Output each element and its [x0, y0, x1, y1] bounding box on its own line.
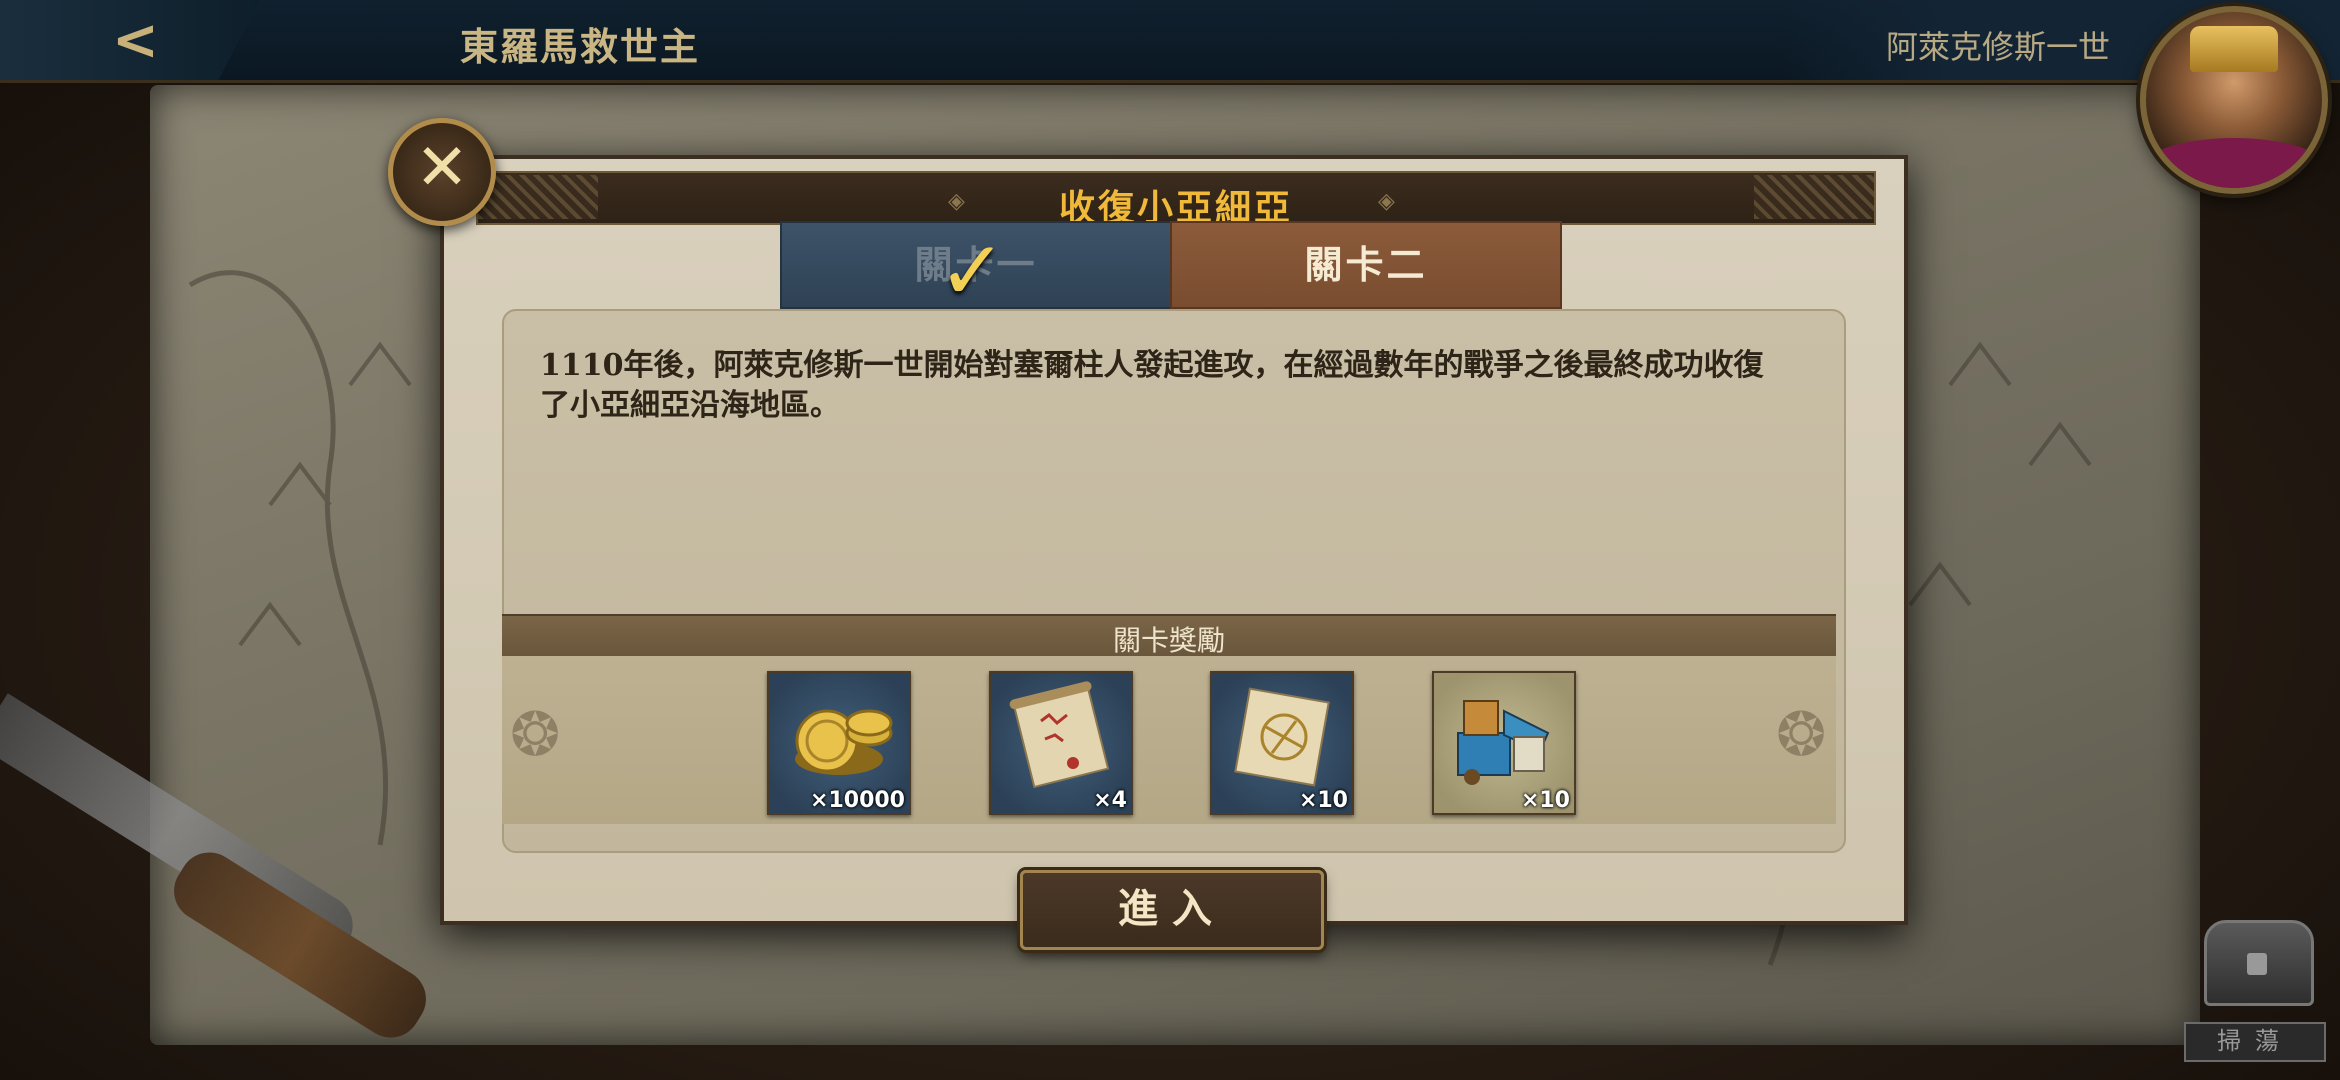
- close-icon: ✕: [415, 131, 469, 205]
- rewards-header: 關卡獎勵: [502, 614, 1836, 658]
- chapter-title: 東羅馬救世主: [460, 24, 701, 69]
- sweep-label: 掃蕩: [2184, 1022, 2326, 1062]
- hero-name: 阿萊克修斯一世: [1885, 28, 2110, 66]
- rewards-label: 關卡獎勵: [1112, 624, 1225, 657]
- reward-quantity: ×4: [1093, 788, 1127, 813]
- back-arrow-icon: <: [112, 8, 159, 73]
- map-scroll-icon: [1234, 687, 1330, 787]
- crown-icon: [2190, 26, 2278, 72]
- reward-quantity: ×10: [1298, 788, 1348, 813]
- side-knot-left-icon: ❂: [510, 700, 561, 770]
- top-bar: < 東羅馬救世主 阿萊克修斯一世: [0, 0, 2340, 83]
- gold-coins-icon: [795, 709, 893, 775]
- treasure-chest-icon: [2204, 920, 2314, 1006]
- reward-item-map-scroll[interactable]: ×10: [1210, 671, 1354, 815]
- siege-engine-icon: [1457, 700, 1550, 785]
- reward-item-scroll[interactable]: ×4: [989, 671, 1133, 815]
- enter-label: 進入: [1118, 885, 1226, 932]
- story-text: 1110年後，阿萊克修斯一世開始對塞爾柱人發起進攻，在經過數年的戰爭之後最終成功…: [540, 348, 1764, 423]
- reward-item-siege-engine[interactable]: ×10: [1432, 671, 1576, 815]
- reward-quantity: ×10: [1520, 788, 1570, 813]
- rewards-area: [502, 656, 1836, 824]
- checkmark-icon: ✓: [938, 224, 1007, 319]
- red-scroll-icon: [1009, 681, 1110, 789]
- tab-stage-2[interactable]: 關卡二: [1170, 221, 1562, 309]
- dialog-title-band: ◈ 收復小亞細亞 ◈: [476, 171, 1876, 229]
- side-knot-right-icon: ❂: [1776, 700, 1827, 770]
- enter-button[interactable]: 進入: [1020, 870, 1324, 950]
- title-ornament-right-icon: ◈: [1378, 189, 1395, 214]
- close-button[interactable]: ✕: [388, 118, 496, 226]
- reward-quantity: ×10000: [810, 788, 905, 813]
- robe-decoration: [2146, 138, 2322, 188]
- tab-label: 關卡二: [1304, 242, 1428, 287]
- hero-avatar[interactable]: [2140, 6, 2328, 194]
- back-button[interactable]: <: [0, 0, 260, 80]
- sweep-button[interactable]: 掃蕩: [2180, 900, 2330, 1070]
- reward-item-gold-coins[interactable]: ×10000: [767, 671, 911, 815]
